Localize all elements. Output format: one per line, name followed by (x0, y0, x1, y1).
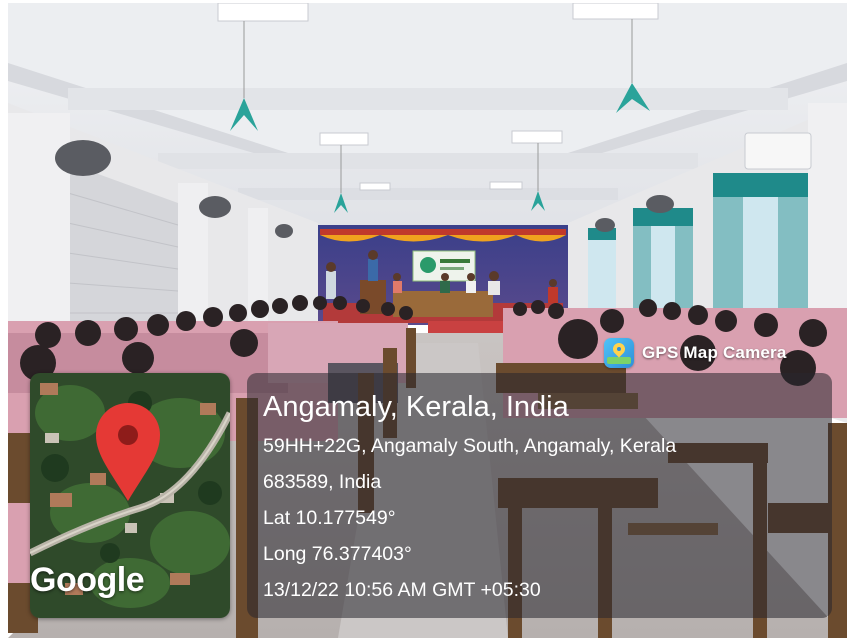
google-logo: Google (30, 561, 145, 599)
gps-map-camera-icon (604, 338, 634, 368)
satellite-map-thumbnail: Google (30, 373, 230, 618)
app-badge: GPS Map Camera (604, 336, 787, 370)
address-line-2: 683589, India (263, 471, 382, 493)
location-info-panel: Angamaly, Kerala, India 59HH+22G, Angama… (247, 373, 832, 618)
latitude-text: Lat 10.177549° (263, 507, 396, 529)
location-title: Angamaly, Kerala, India (263, 391, 569, 423)
address-line-1: 59HH+22G, Angamaly South, Angamaly, Kera… (263, 435, 677, 457)
longitude-text: Long 76.377403° (263, 543, 412, 565)
app-badge-label: GPS Map Camera (642, 343, 787, 362)
timestamp-text: 13/12/22 10:56 AM GMT +05:30 (263, 579, 541, 601)
